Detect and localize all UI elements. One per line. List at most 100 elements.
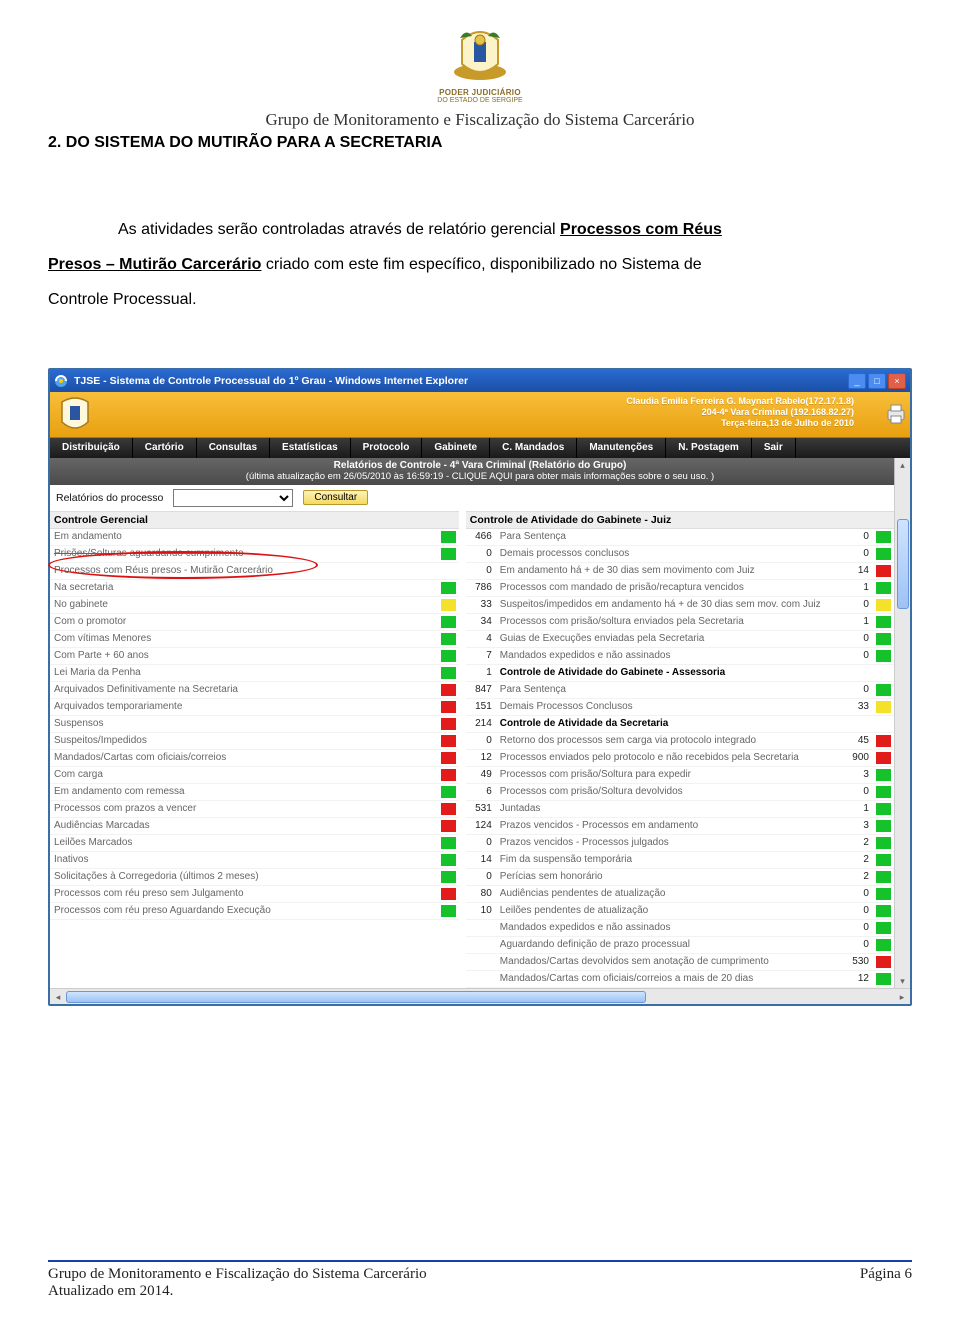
left-row[interactable]: Processos com réu preso Aguardando Execu…	[50, 903, 459, 920]
right-row[interactable]: 847Para Sentença0	[466, 682, 894, 699]
row-value: 0	[843, 531, 873, 542]
left-row[interactable]: Com carga	[50, 767, 459, 784]
status-square	[876, 803, 891, 815]
left-row-label: Na secretaria	[50, 582, 438, 593]
right-row[interactable]: 0Retorno dos processos sem carga via pro…	[466, 733, 894, 750]
left-row-label: Audiências Marcadas	[50, 820, 438, 831]
right-row[interactable]: 49Processos com prisão/Soltura para expe…	[466, 767, 894, 784]
right-row[interactable]: 0Prazos vencidos - Processos julgados2	[466, 835, 894, 852]
left-row[interactable]: Com vítimas Menores	[50, 631, 459, 648]
report-select[interactable]	[173, 489, 293, 507]
row-value: 2	[843, 871, 873, 882]
menu-manutencoes[interactable]: Manutenções	[577, 438, 666, 458]
status-square	[876, 684, 891, 696]
menu-sair[interactable]: Sair	[752, 438, 796, 458]
hscroll-thumb[interactable]	[66, 991, 646, 1003]
hscroll-left-button[interactable]: ◂	[50, 989, 66, 1004]
user-line-1: Claudia Emilia Ferreira G. Maynart Rabel…	[626, 396, 854, 407]
right-row[interactable]: Aguardando definição de prazo processual…	[466, 937, 894, 954]
row-left-number: 34	[466, 616, 496, 627]
menu-consultas[interactable]: Consultas	[197, 438, 270, 458]
right-row[interactable]: Mandados/Cartas devolvidos sem anotação …	[466, 954, 894, 971]
right-row[interactable]: 34Processos com prisão/soltura enviados …	[466, 614, 894, 631]
left-row[interactable]: Inativos	[50, 852, 459, 869]
right-row[interactable]: 33Suspeitos/impedidos em andamento há + …	[466, 597, 894, 614]
menu-npostagem[interactable]: N. Postagem	[666, 438, 752, 458]
right-row[interactable]: 10Leilões pendentes de atualização0	[466, 903, 894, 920]
horizontal-scrollbar[interactable]: ◂ ▸	[50, 988, 910, 1004]
right-row[interactable]: 80Audiências pendentes de atualização0	[466, 886, 894, 903]
right-row[interactable]: 0Em andamento há + de 30 dias sem movime…	[466, 563, 894, 580]
status-square	[441, 888, 456, 900]
right-row[interactable]: 151Demais Processos Conclusos33	[466, 699, 894, 716]
row-label: Mandados/Cartas devolvidos sem anotação …	[496, 956, 843, 967]
left-row[interactable]: Na secretaria	[50, 580, 459, 597]
row-value: 0	[843, 939, 873, 950]
left-row[interactable]: Lei Maria da Penha	[50, 665, 459, 682]
left-row[interactable]: Mandados/Cartas com oficiais/correios	[50, 750, 459, 767]
scrollbar-thumb[interactable]	[897, 519, 909, 609]
left-row[interactable]: Processos com prazos a vencer	[50, 801, 459, 818]
right-row[interactable]: 531Juntadas1	[466, 801, 894, 818]
left-row[interactable]: Prisões/Solturas aguardando cumprimento	[50, 546, 459, 563]
scrollbar-up-button[interactable]	[894, 458, 910, 485]
menu-protocolo[interactable]: Protocolo	[351, 438, 423, 458]
row-left-number: 6	[466, 786, 496, 797]
right-row[interactable]: 4Guias de Execuções enviadas pela Secret…	[466, 631, 894, 648]
menu-estatisticas[interactable]: Estatísticas	[270, 438, 351, 458]
window-maximize-button[interactable]: □	[868, 373, 886, 389]
row-label: Para Sentença	[496, 531, 843, 542]
right-row[interactable]: 124Prazos vencidos - Processos em andame…	[466, 818, 894, 835]
left-row-label: Mandados/Cartas com oficiais/correios	[50, 752, 438, 763]
vertical-scrollbar[interactable]	[894, 511, 910, 988]
window-minimize-button[interactable]: _	[848, 373, 866, 389]
left-row[interactable]: Solicitações à Corregedoria (últimos 2 m…	[50, 869, 459, 886]
left-row[interactable]: Com o promotor	[50, 614, 459, 631]
hscroll-right-button[interactable]: ▸	[894, 989, 910, 1004]
left-row-label: Em andamento	[50, 531, 438, 542]
left-row[interactable]: Em andamento com remessa	[50, 784, 459, 801]
right-row[interactable]: Mandados/Cartas com oficiais/correios a …	[466, 971, 894, 988]
row-value: 3	[843, 820, 873, 831]
left-group-title: Controle Gerencial	[50, 511, 459, 529]
scrollbar-track[interactable]	[894, 485, 910, 511]
report-info[interactable]: (última atualização em 26/05/2010 às 16:…	[50, 471, 910, 482]
window-close-button[interactable]: ×	[888, 373, 906, 389]
right-row[interactable]: 7Mandados expedidos e não assinados0	[466, 648, 894, 665]
row-value: 0	[843, 599, 873, 610]
right-row[interactable]: 0Perícias sem honorário2	[466, 869, 894, 886]
menu-cmandados[interactable]: C. Mandados	[490, 438, 577, 458]
left-row[interactable]: Arquivados temporariamente	[50, 699, 459, 716]
crest-caption: PODER JUDICIÁRIO	[0, 88, 960, 97]
status-square	[876, 922, 891, 934]
row-left-number: 466	[466, 531, 496, 542]
left-row[interactable]: Audiências Marcadas	[50, 818, 459, 835]
row-left-number: 49	[466, 769, 496, 780]
left-row[interactable]: Em andamento	[50, 529, 459, 546]
right-row[interactable]: 0Demais processos conclusos0	[466, 546, 894, 563]
left-row[interactable]: Com Parte + 60 anos	[50, 648, 459, 665]
right-row[interactable]: 14Fim da suspensão temporária2	[466, 852, 894, 869]
right-row[interactable]: 12Processos enviados pelo protocolo e nã…	[466, 750, 894, 767]
print-icon[interactable]	[884, 392, 910, 437]
menu-gabinete[interactable]: Gabinete	[422, 438, 490, 458]
right-row[interactable]: 786Processos com mandado de prisão/recap…	[466, 580, 894, 597]
menu-cartorio[interactable]: Cartório	[133, 438, 197, 458]
status-square	[876, 735, 891, 747]
row-left-number: 14	[466, 854, 496, 865]
right-row[interactable]: 466Para Sentença0	[466, 529, 894, 546]
right-row[interactable]: Mandados expedidos e não assinados0	[466, 920, 894, 937]
row-left-number: 80	[466, 888, 496, 899]
status-square	[876, 650, 891, 662]
menu-distribuicao[interactable]: Distribuição	[50, 438, 133, 458]
document-header: PODER JUDICIÁRIO DO ESTADO DE SERGIPE Gr…	[0, 0, 960, 130]
left-row[interactable]: Leilões Marcados	[50, 835, 459, 852]
left-row[interactable]: Processos com Réus presos - Mutirão Carc…	[50, 563, 459, 580]
consult-button[interactable]: Consultar	[303, 490, 368, 505]
left-row[interactable]: Suspensos	[50, 716, 459, 733]
left-row[interactable]: Processos com réu preso sem Julgamento	[50, 886, 459, 903]
right-row[interactable]: 6Processos com prisão/Soltura devolvidos…	[466, 784, 894, 801]
left-row[interactable]: Arquivados Definitivamente na Secretaria	[50, 682, 459, 699]
left-row[interactable]: No gabinete	[50, 597, 459, 614]
left-row[interactable]: Suspeitos/Impedidos	[50, 733, 459, 750]
